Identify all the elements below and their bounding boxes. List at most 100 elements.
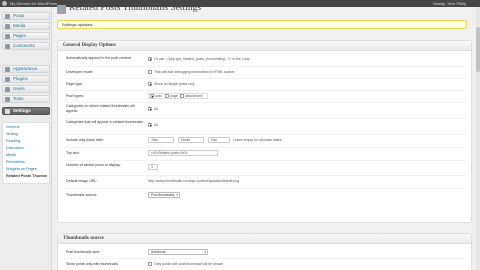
- page-icon: [5, 34, 10, 39]
- comment-icon: [5, 44, 10, 49]
- row-divider: [62, 134, 467, 135]
- sidebar-item-label: Comments: [13, 43, 35, 48]
- submenu-item-media[interactable]: Media: [6, 153, 16, 158]
- only-with-thumbnails-label: Show posts only with thumbnails:: [66, 262, 119, 266]
- sidebar-item-label: Appearance: [13, 66, 38, 71]
- categories-include-label: Categories that will appear in related t…: [66, 120, 144, 124]
- default-image-url[interactable]: http://www.thumbnails.com/wp-content/upl…: [148, 179, 239, 184]
- page-type-label: Page type:: [66, 82, 84, 86]
- developer-mode-checkbox[interactable]: [148, 70, 152, 74]
- general-display-options-box: General Display Options Automatically ap…: [57, 40, 472, 223]
- submenu-item-related-posts-thumbnails[interactable]: Related Posts Thumbn: [6, 174, 47, 179]
- submenu-item-discussion[interactable]: Discussion: [6, 146, 24, 151]
- post-type-attachment-checkbox[interactable]: [180, 94, 184, 98]
- postbox-header[interactable]: Thumbnails source: [58, 234, 471, 244]
- single-posts-only-checkbox[interactable]: [148, 82, 152, 86]
- row-divider: [62, 90, 467, 91]
- posts-after-label: Include only posts after:: [66, 138, 104, 142]
- sidebar-item-label: Users: [13, 86, 25, 91]
- row-divider: [62, 118, 467, 119]
- site-name-link[interactable]: My Director for WordPress: [10, 0, 57, 7]
- row-divider: [62, 258, 467, 259]
- sidebar-item-label: Pages: [13, 33, 26, 38]
- thumbnail-size-select[interactable]: thumbnail: [148, 249, 208, 255]
- sidebar-item-label: Tools: [13, 96, 24, 101]
- page-scrollbar[interactable]: [476, 7, 480, 270]
- thumbnails-source-box: Thumbnails source Post thumbnails size: …: [57, 233, 472, 270]
- row-divider: [62, 66, 467, 67]
- top-text-label: Top text:: [66, 151, 80, 155]
- sidebar-item-comments[interactable]: Comments: [2, 42, 50, 50]
- settings-updated-notice: Settings updated.: [57, 20, 467, 29]
- submenu-item-general[interactable]: General: [6, 125, 20, 130]
- appearance-icon: [5, 67, 10, 72]
- thumbnails-source-select[interactable]: Post thumbnails: [148, 192, 180, 198]
- sidebar-item-users[interactable]: Users: [2, 85, 50, 93]
- auto-append-hint: Or use <?php get_related_posts_thumbnail…: [154, 56, 250, 61]
- postbox-title: Thumbnails source: [63, 236, 104, 241]
- row-divider: [62, 160, 467, 161]
- plugin-icon: [5, 77, 10, 82]
- submenu-item-widgets-on-pages[interactable]: Widgets on Pages: [6, 167, 37, 172]
- row-divider: [62, 78, 467, 79]
- howdy-user-link[interactable]: Howdy, Tech Philly: [433, 0, 466, 7]
- post-type-page-checkbox[interactable]: [165, 94, 169, 98]
- sidebar-item-plugins[interactable]: Plugins: [2, 75, 50, 83]
- submenu-item-writing[interactable]: Writing: [6, 132, 18, 137]
- scrollbar-thumb[interactable]: [476, 27, 480, 72]
- posts-after-year-input[interactable]: Year: [148, 137, 174, 143]
- post-type-post-label: post: [155, 93, 162, 98]
- top-text-input[interactable]: <h3>Related posts:</h3>: [148, 150, 218, 156]
- only-with-thumbnails-hint: Only posts with post thumbnail will be s…: [154, 261, 224, 266]
- posts-after-day-input[interactable]: Day: [208, 137, 230, 143]
- pin-icon: [5, 14, 10, 19]
- number-of-posts-input[interactable]: 3: [148, 164, 158, 170]
- developer-mode-label: Developer mode:: [66, 70, 94, 74]
- media-icon: [5, 24, 10, 29]
- number-of-posts-label: Number of similar posts to display:: [66, 163, 121, 167]
- thumbnails-source-label: Thumbnails source:: [66, 193, 98, 197]
- row-divider: [62, 188, 467, 189]
- row-divider: [62, 147, 467, 148]
- settings-icon: [5, 109, 10, 114]
- post-type-post-checkbox[interactable]: [150, 94, 154, 98]
- single-posts-only-text: Show on single posts only: [154, 81, 195, 86]
- admin-sidebar: Posts Media Pages Comments Appearance Pl…: [0, 7, 52, 270]
- sidebar-item-label: Plugins: [13, 76, 28, 81]
- wordpress-logo-icon[interactable]: [2, 1, 7, 6]
- sidebar-item-posts[interactable]: Posts: [2, 12, 50, 20]
- sidebar-item-label: Media: [13, 23, 26, 28]
- sidebar-item-label: Settings: [13, 108, 31, 113]
- tools-icon: [5, 97, 10, 102]
- post-type-page-label: page: [170, 93, 178, 98]
- categories-include-all-label: All: [154, 122, 158, 127]
- settings-icon: [57, 5, 66, 14]
- postbox-title: General Display Options: [63, 43, 116, 48]
- sidebar-item-tools[interactable]: Tools: [2, 95, 50, 103]
- submenu-item-reading[interactable]: Reading: [6, 139, 20, 144]
- thumbnail-size-label: Post thumbnails size:: [66, 250, 100, 254]
- categories-include-all-checkbox[interactable]: [148, 123, 152, 127]
- default-image-label: Default image URL:: [66, 179, 98, 183]
- postbox-header[interactable]: General Display Options: [58, 41, 471, 51]
- post-types-label: Post types:: [66, 94, 84, 98]
- sidebar-item-settings[interactable]: Settings: [2, 107, 50, 115]
- users-icon: [5, 87, 10, 92]
- posts-after-hint: Leave empty for all posts dates: [233, 137, 282, 142]
- sidebar-item-label: Posts: [13, 13, 25, 18]
- sidebar-item-appearance[interactable]: Appearance: [2, 65, 50, 73]
- row-divider: [62, 175, 467, 176]
- row-divider: [62, 102, 467, 103]
- submenu-item-permalinks[interactable]: Permalinks: [6, 160, 25, 165]
- developer-mode-hint: This will add debugging information in H…: [154, 69, 235, 74]
- posts-after-month-input[interactable]: Month: [178, 137, 204, 143]
- categories-show-all-checkbox[interactable]: [148, 107, 152, 111]
- settings-submenu: General Writing Reading Discussion Media…: [2, 122, 50, 184]
- post-type-attachment-label: attachment: [185, 93, 203, 98]
- sidebar-item-pages[interactable]: Pages: [2, 32, 50, 40]
- only-with-thumbnails-checkbox[interactable]: [148, 262, 152, 266]
- categories-show-all-label: All: [154, 106, 158, 111]
- categories-show-label: Categories on which related thumbnails w…: [66, 104, 135, 113]
- auto-append-checkbox[interactable]: [148, 57, 152, 61]
- sidebar-item-media[interactable]: Media: [2, 22, 50, 30]
